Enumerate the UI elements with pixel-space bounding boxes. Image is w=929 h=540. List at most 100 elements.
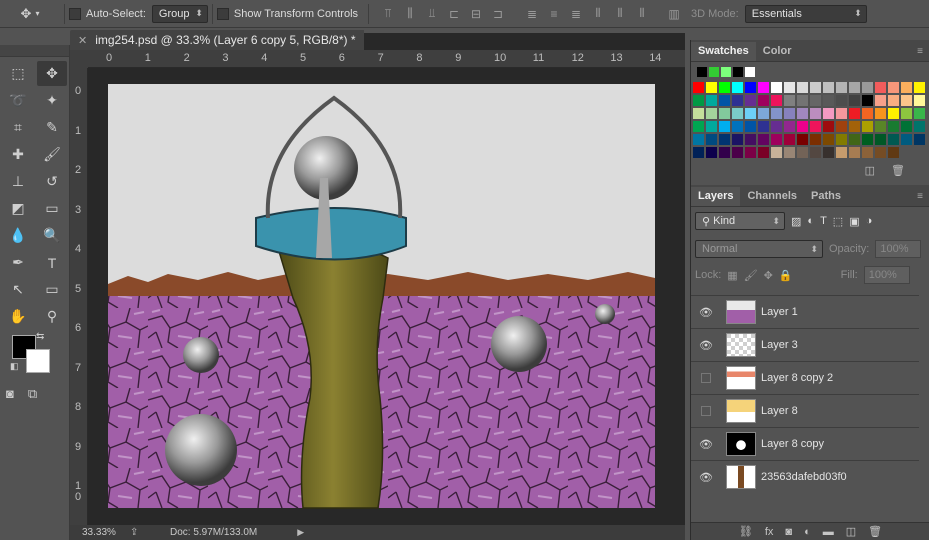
- swatch[interactable]: [771, 108, 782, 119]
- swatch[interactable]: [888, 82, 899, 93]
- layer-row[interactable]: 👁 Layer 8 copy: [691, 427, 919, 460]
- layer-name[interactable]: Layer 1: [761, 306, 798, 318]
- default-colors-icon[interactable]: ◧: [10, 361, 19, 372]
- new-layer-icon[interactable]: ◫: [846, 525, 856, 538]
- swatch[interactable]: [914, 134, 925, 145]
- visibility-box[interactable]: [701, 406, 711, 416]
- swatch[interactable]: [823, 147, 834, 158]
- swatch[interactable]: [784, 147, 795, 158]
- swatch[interactable]: [810, 108, 821, 119]
- swatch[interactable]: [693, 95, 704, 106]
- swatch[interactable]: [797, 108, 808, 119]
- swatch[interactable]: [693, 108, 704, 119]
- distribute-bottom-icon[interactable]: ≣: [567, 5, 585, 23]
- swatch[interactable]: [706, 134, 717, 145]
- eraser-tool-icon[interactable]: ◩: [3, 196, 33, 221]
- panel-menu-icon[interactable]: ≡: [911, 42, 929, 61]
- link-layers-icon[interactable]: ⛓: [739, 525, 753, 538]
- lock-position-icon[interactable]: ✥: [764, 269, 773, 282]
- swatch[interactable]: [862, 108, 873, 119]
- swatch[interactable]: [888, 108, 899, 119]
- fx-icon[interactable]: fx: [765, 526, 774, 538]
- pen-tool-icon[interactable]: ✒: [3, 250, 33, 275]
- swatch[interactable]: [901, 121, 912, 132]
- swatch[interactable]: [836, 82, 847, 93]
- swatch[interactable]: [823, 121, 834, 132]
- visibility-box[interactable]: [701, 373, 711, 383]
- recent-swatch[interactable]: [745, 67, 755, 77]
- swatch[interactable]: [849, 82, 860, 93]
- swatch[interactable]: [875, 95, 886, 106]
- path-selection-tool-icon[interactable]: ↖: [3, 277, 33, 302]
- layer-name[interactable]: Layer 3: [761, 339, 798, 351]
- screen-mode-icon[interactable]: ⧉: [28, 386, 37, 402]
- swatch[interactable]: [862, 95, 873, 106]
- swatch[interactable]: [719, 121, 730, 132]
- artwork-canvas[interactable]: [88, 68, 685, 525]
- layer-name[interactable]: 23563dafebd03f0: [761, 471, 847, 483]
- swatch[interactable]: [693, 121, 704, 132]
- background-color[interactable]: [26, 349, 50, 373]
- swatch[interactable]: [914, 95, 925, 106]
- eye-icon[interactable]: 👁: [691, 339, 721, 352]
- swatch[interactable]: [875, 108, 886, 119]
- align-left-icon[interactable]: ⊏: [445, 5, 463, 23]
- swatch[interactable]: [784, 82, 795, 93]
- swatch[interactable]: [901, 82, 912, 93]
- align-vcenter-icon[interactable]: ⫼: [401, 5, 419, 23]
- swatch[interactable]: [810, 121, 821, 132]
- swatch[interactable]: [836, 108, 847, 119]
- layer-row[interactable]: 👁 Layer 3: [691, 328, 919, 361]
- swatch[interactable]: [693, 134, 704, 145]
- layer-name[interactable]: Layer 8: [761, 405, 798, 417]
- swatch[interactable]: [849, 95, 860, 106]
- swatch[interactable]: [849, 108, 860, 119]
- checkbox-box[interactable]: [216, 7, 229, 20]
- auto-select-dropdown[interactable]: Group: [151, 4, 208, 23]
- lasso-tool-icon[interactable]: ➰: [3, 88, 33, 113]
- swatch[interactable]: [888, 121, 899, 132]
- crop-tool-icon[interactable]: ⌗: [3, 115, 33, 140]
- swatch[interactable]: [849, 134, 860, 145]
- swatch[interactable]: [771, 95, 782, 106]
- lock-transparent-icon[interactable]: ▦: [727, 269, 737, 282]
- zoom-tool-icon[interactable]: ⚲: [37, 304, 67, 329]
- swatch[interactable]: [732, 108, 743, 119]
- swatch[interactable]: [875, 121, 886, 132]
- swatch[interactable]: [875, 134, 886, 145]
- swatch[interactable]: [849, 121, 860, 132]
- swatch[interactable]: [771, 121, 782, 132]
- swatch[interactable]: [888, 95, 899, 106]
- swatch[interactable]: [758, 82, 769, 93]
- eye-icon[interactable]: 👁: [691, 471, 721, 484]
- trash-icon[interactable]: 🗑: [891, 164, 905, 177]
- align-hcenter-icon[interactable]: ⊟: [467, 5, 485, 23]
- zoom-level[interactable]: 33.33%: [70, 527, 130, 538]
- tools-panel-header[interactable]: [0, 45, 69, 57]
- document-tab[interactable]: ✕ img254.psd @ 33.3% (Layer 6 copy 5, RG…: [70, 30, 364, 50]
- swatch[interactable]: [823, 82, 834, 93]
- new-swatch-icon[interactable]: ◫: [865, 164, 875, 177]
- swatch[interactable]: [849, 147, 860, 158]
- swatch[interactable]: [706, 147, 717, 158]
- tab-channels[interactable]: Channels: [740, 187, 804, 206]
- panel-menu-icon[interactable]: ≡: [911, 187, 929, 206]
- hand-tool-icon[interactable]: ✋: [3, 304, 33, 329]
- share-icon[interactable]: ⇪: [130, 527, 170, 538]
- swatch[interactable]: [719, 95, 730, 106]
- auto-select-checkbox[interactable]: Auto-Select:: [69, 7, 146, 20]
- layer-name[interactable]: Layer 8 copy: [761, 438, 824, 450]
- swap-colors-icon[interactable]: ⇆: [36, 331, 44, 342]
- history-brush-tool-icon[interactable]: ↺: [37, 169, 67, 194]
- swatch[interactable]: [758, 121, 769, 132]
- swatch[interactable]: [901, 95, 912, 106]
- swatch[interactable]: [810, 95, 821, 106]
- swatch[interactable]: [836, 147, 847, 158]
- swatch[interactable]: [836, 121, 847, 132]
- swatch[interactable]: [745, 108, 756, 119]
- distribute-right-icon[interactable]: ⦀: [633, 5, 651, 23]
- close-icon[interactable]: ✕: [78, 34, 87, 47]
- eye-icon[interactable]: 👁: [691, 306, 721, 319]
- visibility-toggle[interactable]: [691, 406, 721, 416]
- tab-color[interactable]: Color: [756, 42, 799, 61]
